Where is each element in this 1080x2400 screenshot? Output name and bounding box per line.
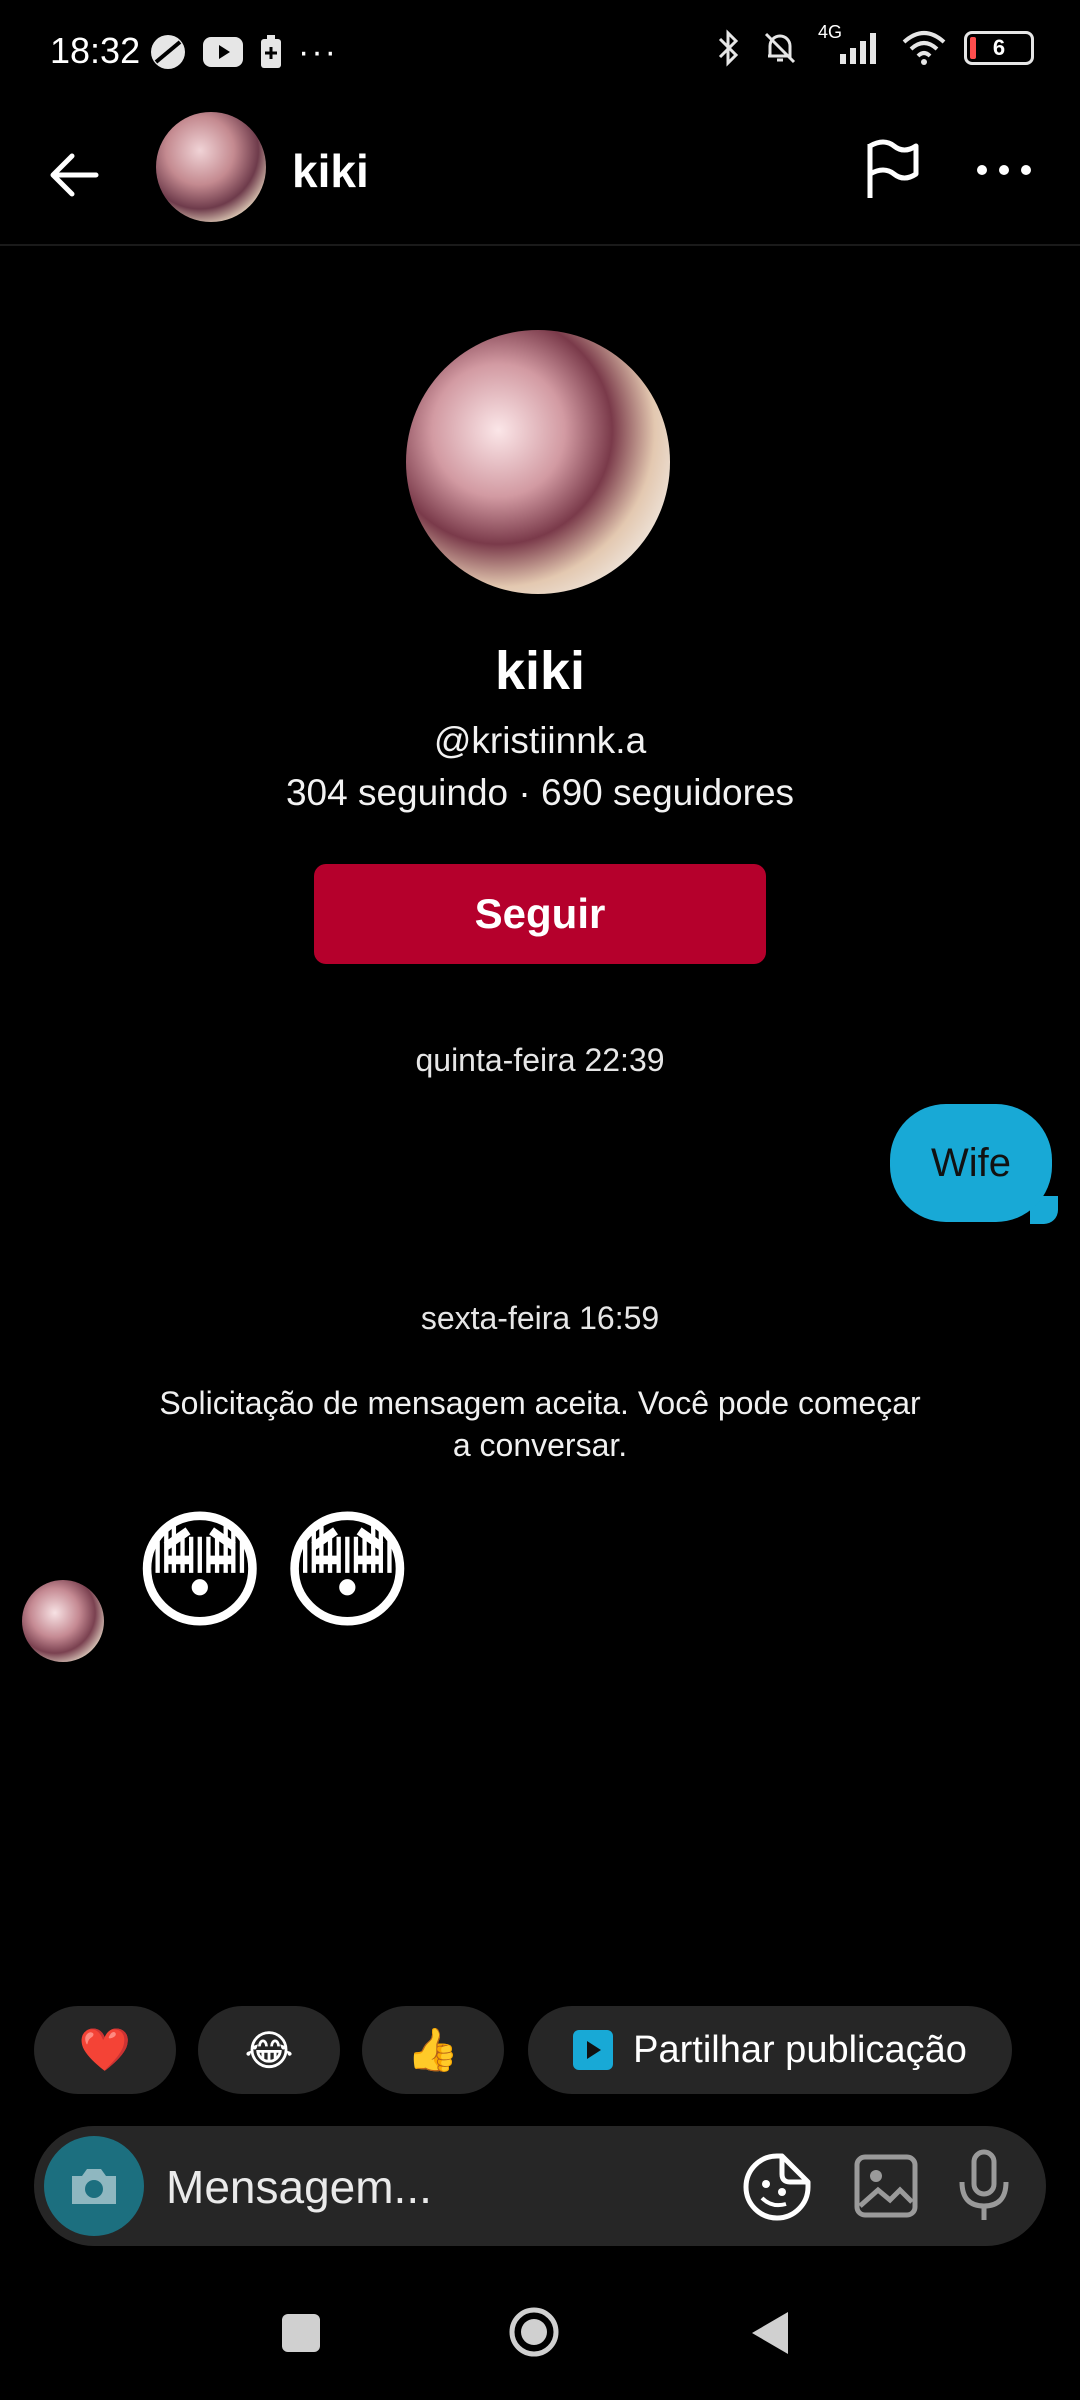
profile-name: kiki: [494, 641, 586, 701]
header-avatar[interactable]: [156, 112, 266, 222]
timestamp-thursday: quinta-feira 22:39: [415, 1042, 665, 1078]
more-notifications-icon: ···: [298, 32, 338, 71]
silent-mode-icon: [764, 32, 796, 64]
nav-back-button[interactable]: [746, 2308, 792, 2358]
follow-button[interactable]: Seguir: [314, 864, 766, 964]
camera-icon: [72, 2169, 116, 2204]
share-post-label: Partilhar publicação: [633, 2028, 967, 2071]
arrow-left-icon[interactable]: [40, 140, 110, 210]
battery-icon: 6: [964, 31, 1034, 65]
share-post-button[interactable]: Partilhar publicação: [528, 2006, 1012, 2094]
wifi-icon: [902, 31, 946, 65]
youtube-icon: [203, 37, 243, 67]
battery-level: 6: [992, 35, 1006, 60]
microphone-icon[interactable]: [954, 2148, 1014, 2224]
incoming-emoji-message[interactable]: 😳😳: [132, 1496, 427, 1646]
quick-reply-thumbs-up[interactable]: 👍: [362, 2006, 504, 2094]
header-username[interactable]: kiki: [292, 144, 369, 198]
status-bar: 18:32 ··· 4G 6: [0, 0, 1080, 110]
status-icons-right: 4G 6: [714, 22, 1034, 68]
status-icons-left: ···: [148, 32, 338, 72]
system-message: Solicitação de mensagem aceita. Você pod…: [159, 1385, 921, 1463]
camera-button[interactable]: [44, 2136, 144, 2236]
cell-signal-icon: 4G: [818, 22, 884, 68]
timestamp-friday: sexta-feira 16:59: [420, 1300, 660, 1336]
sticker-icon[interactable]: [742, 2152, 812, 2222]
recent-apps-button[interactable]: [282, 2314, 320, 2352]
app-notification-icon: [151, 35, 185, 69]
share-post-icon: [573, 2030, 614, 2070]
gallery-icon[interactable]: [852, 2152, 920, 2220]
sender-avatar[interactable]: [22, 1580, 104, 1662]
message-input[interactable]: [164, 2154, 728, 2220]
battery-saver-icon: [261, 35, 281, 68]
quick-reply-laugh[interactable]: 😂: [198, 2006, 340, 2094]
quick-reply-heart[interactable]: ❤️: [34, 2006, 176, 2094]
profile-handle: @kristiinnk.a: [433, 720, 647, 761]
home-button[interactable]: [508, 2306, 560, 2358]
status-time: 18:32: [50, 30, 141, 71]
outgoing-message-bubble[interactable]: Wife: [890, 1104, 1052, 1222]
flag-icon[interactable]: [862, 138, 922, 202]
message-composer: [34, 2126, 1046, 2246]
bluetooth-icon: [718, 29, 739, 67]
more-horizontal-icon[interactable]: [974, 150, 1034, 190]
profile-stats: 304 seguindo · 690 seguidores: [285, 772, 795, 813]
profile-avatar[interactable]: [406, 330, 670, 594]
